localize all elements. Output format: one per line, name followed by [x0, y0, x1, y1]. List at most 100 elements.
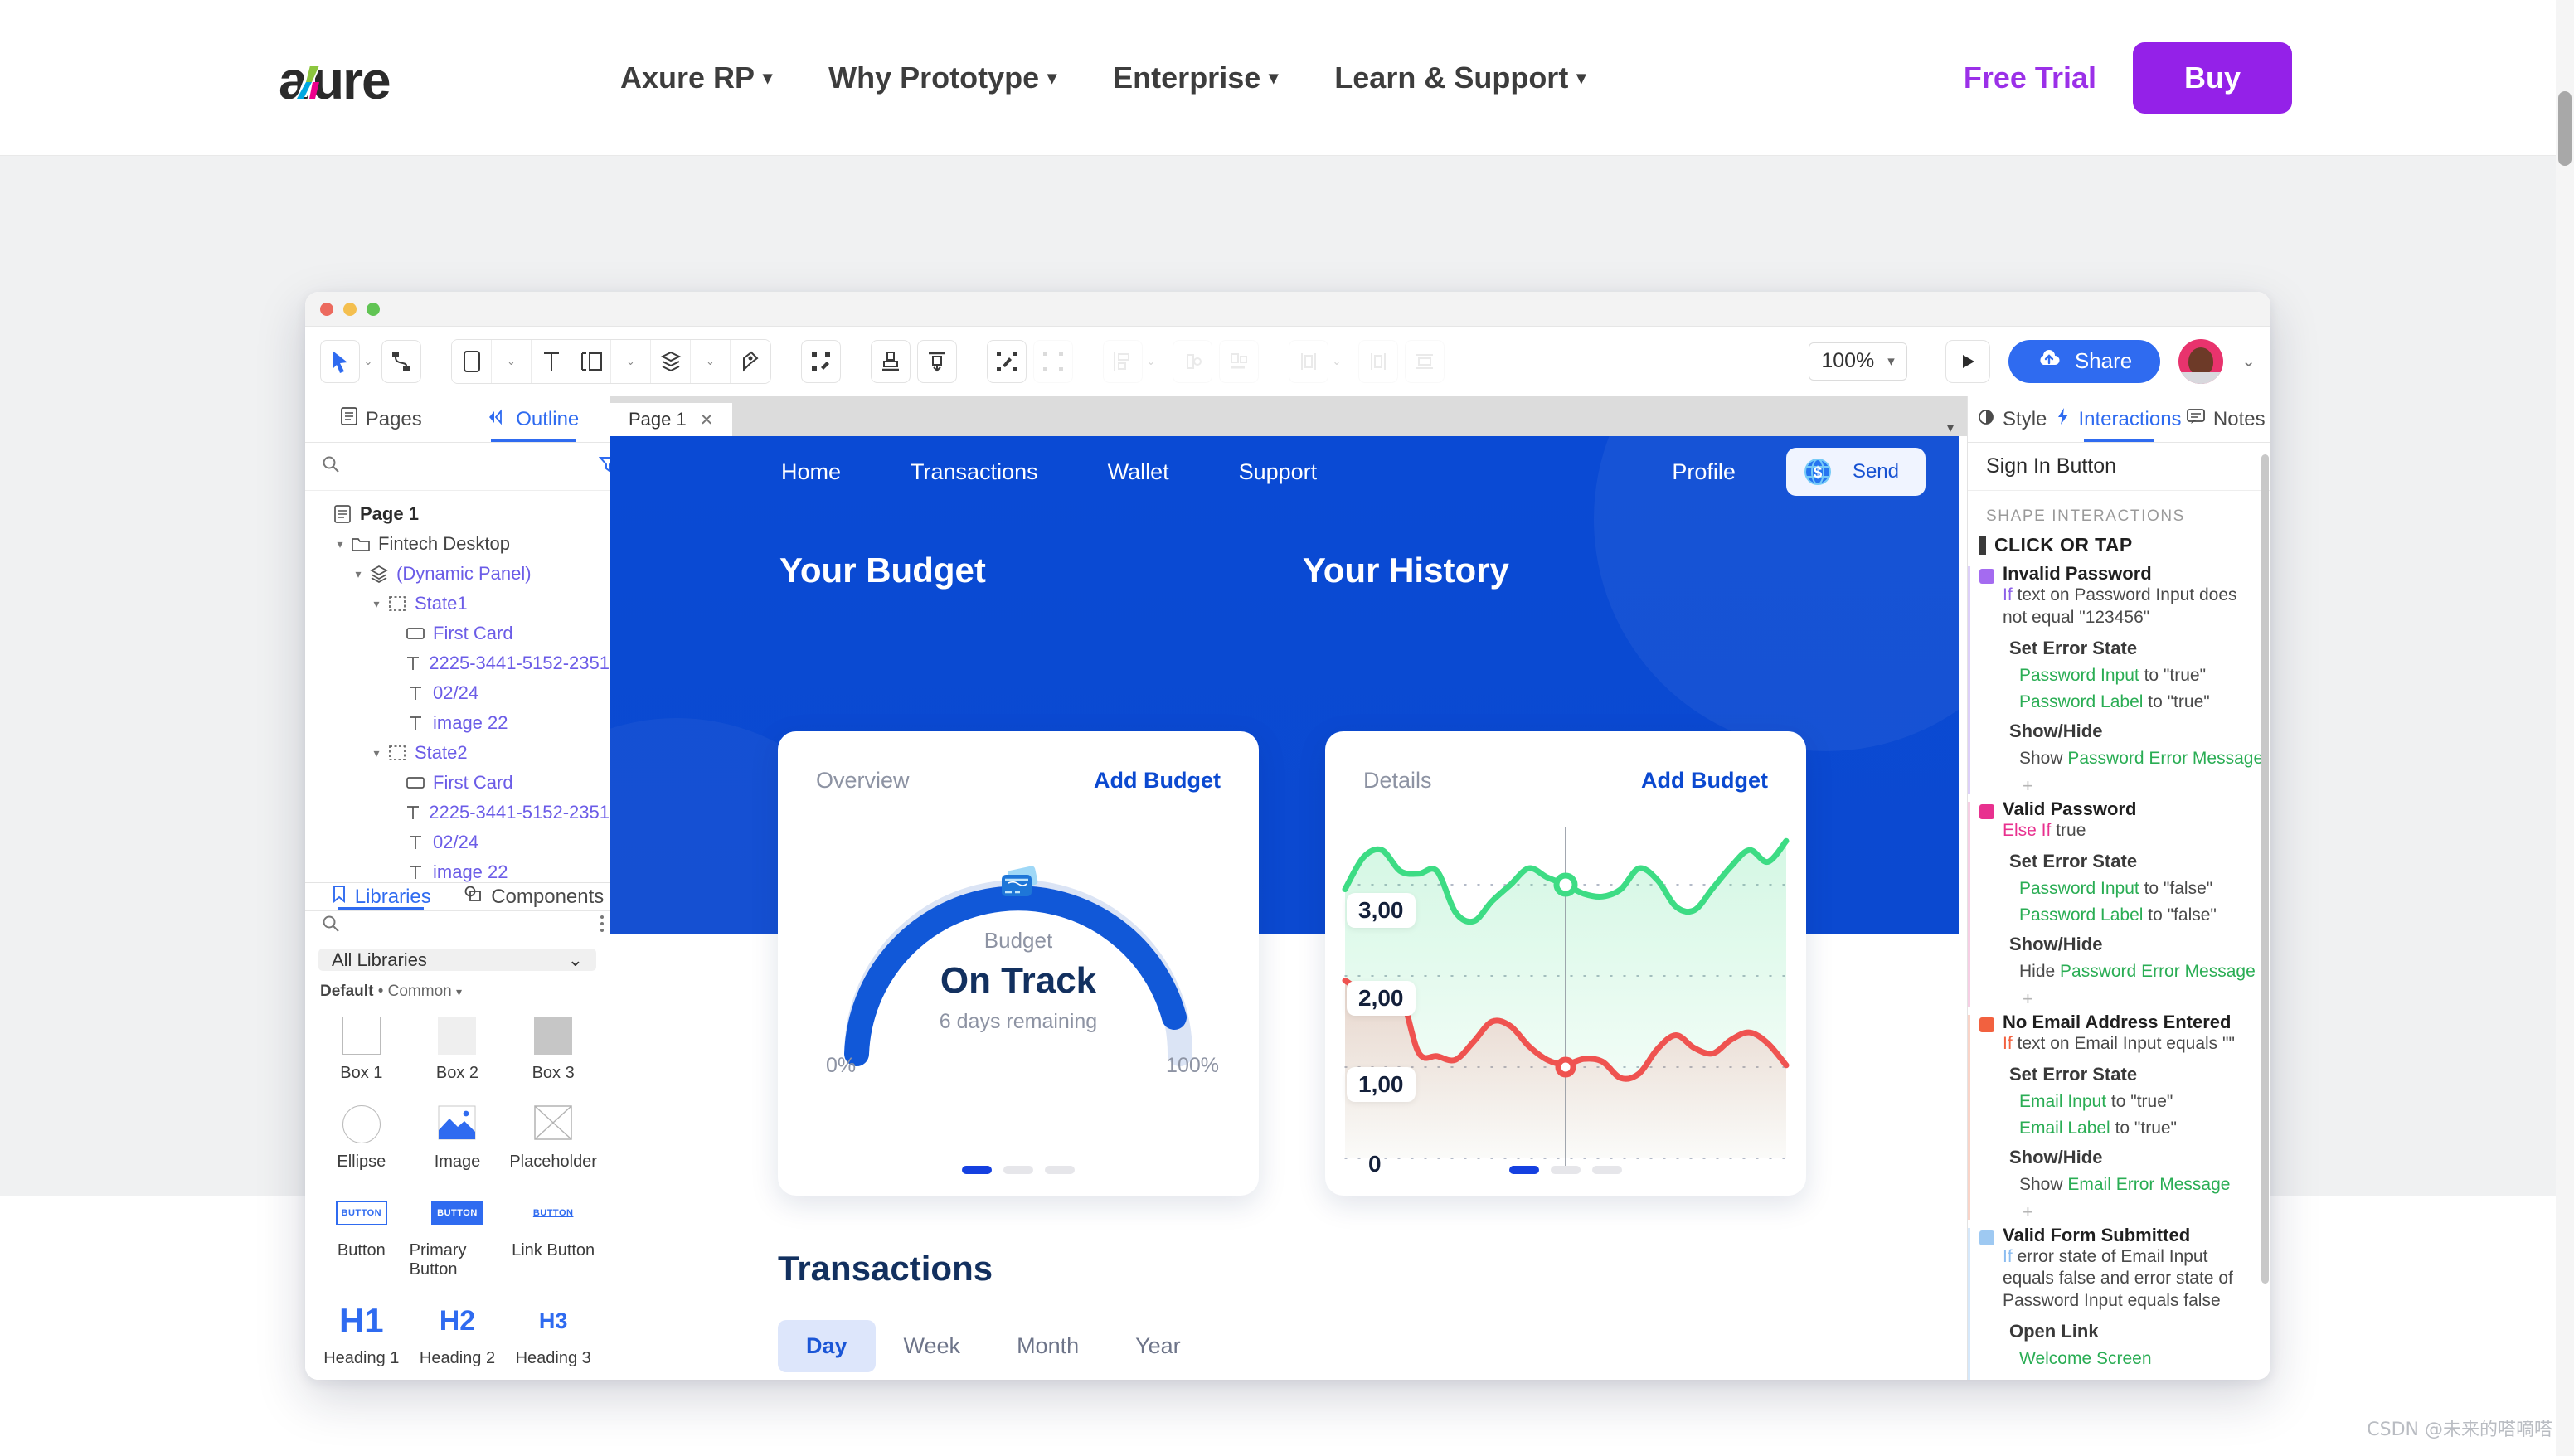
page-scrollbar-thumb[interactable]	[2558, 91, 2572, 166]
chevron-down-icon[interactable]: ⌄	[492, 339, 532, 383]
tab-interactions[interactable]: Interactions	[2057, 396, 2182, 442]
chevron-down-icon[interactable]: ⌄	[1328, 355, 1345, 368]
outline-tree-item[interactable]: Page 1	[305, 499, 610, 529]
interaction-case[interactable]: Valid Form Submitted If error state of Em…	[1968, 1225, 2270, 1380]
carousel-dot[interactable]	[1045, 1166, 1075, 1174]
ungroup-button[interactable]	[1033, 339, 1073, 383]
twisty-expanded-icon[interactable]: ▾	[350, 567, 367, 581]
outline-tree-item[interactable]: ▾ State1	[305, 589, 610, 619]
interaction-case[interactable]: No Email Address Entered If text on Email…	[1968, 1012, 2270, 1223]
tab-libraries[interactable]: Libraries	[305, 883, 458, 911]
distribute-horizontal-button[interactable]	[1173, 339, 1212, 383]
chevron-down-icon[interactable]: ⌄	[2241, 351, 2256, 371]
window-maximize-icon[interactable]	[367, 302, 380, 316]
close-icon[interactable]: ✕	[700, 410, 714, 430]
tab-outline[interactable]: Outline	[458, 396, 610, 442]
page-scrollbar-track[interactable]	[2556, 0, 2574, 1456]
mockup-nav-wallet[interactable]: Wallet	[1108, 459, 1169, 485]
align-bottom-button[interactable]	[1219, 339, 1259, 383]
action-line[interactable]: Password Input to "false"	[2003, 879, 2270, 899]
twisty-expanded-icon[interactable]: ▾	[332, 537, 348, 551]
action-group-name[interactable]: Show/Hide	[2003, 1147, 2270, 1168]
dynamic-panel-tool-button[interactable]	[651, 339, 691, 383]
interaction-case[interactable]: Invalid Password If text on Password Inpu…	[1968, 563, 2270, 797]
tx-tab-day[interactable]: Day	[778, 1320, 876, 1372]
budget-add-budget-link[interactable]: Add Budget	[1094, 768, 1221, 794]
add-action-icon[interactable]: +	[2003, 775, 2270, 797]
outline-tree-item[interactable]: 2225-3441-5152-2351	[305, 648, 610, 678]
action-line[interactable]: Password Label to "true"	[2003, 692, 2270, 712]
right-panel-scrollbar[interactable]	[2261, 454, 2269, 1284]
group-button[interactable]	[987, 339, 1027, 383]
outline-tree-item[interactable]: First Card	[305, 619, 610, 648]
preview-button[interactable]	[1945, 339, 1990, 383]
tx-tab-year[interactable]: Year	[1107, 1320, 1209, 1372]
case-collapse-icon[interactable]	[1979, 1017, 1994, 1032]
share-button[interactable]: Share	[2008, 339, 2161, 383]
distribute-h2-button[interactable]	[1358, 339, 1398, 383]
transform-tool-button[interactable]	[801, 339, 841, 383]
add-action-icon[interactable]: +	[2003, 1376, 2270, 1380]
outline-tree-item[interactable]: image 22	[305, 708, 610, 738]
distribute-v2-button[interactable]	[1405, 339, 1445, 383]
library-item[interactable]: Box 2	[410, 1009, 506, 1094]
library-item[interactable]: H2 Heading 2	[410, 1294, 506, 1380]
mockup-nav-home[interactable]: Home	[781, 459, 841, 485]
library-item[interactable]: Image	[410, 1098, 506, 1183]
action-group-name[interactable]: Show/Hide	[2003, 934, 2270, 955]
tx-tab-month[interactable]: Month	[988, 1320, 1107, 1372]
outline-tree-item[interactable]: ▾ (Dynamic Panel)	[305, 559, 610, 589]
action-group-name[interactable]: Set Error State	[2003, 1064, 2270, 1085]
outline-tree-item[interactable]: ▾ Fintech Desktop	[305, 529, 610, 559]
library-item[interactable]: Placeholder	[505, 1098, 601, 1183]
outline-tree-item[interactable]: 02/24	[305, 678, 610, 708]
outline-search-input[interactable]	[350, 455, 589, 478]
library-search-input[interactable]	[350, 915, 589, 937]
overflow-menu-icon[interactable]	[599, 914, 605, 938]
connector-tool-button[interactable]	[381, 339, 421, 383]
outline-tree-item[interactable]: 02/24	[305, 827, 610, 857]
window-close-icon[interactable]	[320, 302, 333, 316]
distribute-vertical-button[interactable]	[871, 339, 911, 383]
twisty-expanded-icon[interactable]: ▾	[368, 746, 385, 760]
add-action-icon[interactable]: +	[2003, 988, 2270, 1010]
action-line[interactable]: Welcome Screen	[2003, 1349, 2270, 1369]
action-group-name[interactable]: Set Error State	[2003, 638, 2270, 659]
library-item[interactable]: H3 Heading 3	[505, 1294, 601, 1380]
nav-item-enterprise[interactable]: Enterprise ▾	[1085, 61, 1306, 95]
user-avatar[interactable]	[2178, 338, 2224, 384]
library-item[interactable]: Box 3	[505, 1009, 601, 1094]
text-tool-button[interactable]	[532, 339, 571, 383]
zoom-level-select[interactable]: 100% ▾	[1809, 342, 1907, 381]
chart-marker-expense[interactable]	[1555, 1056, 1576, 1078]
tab-components[interactable]: Components	[458, 883, 610, 910]
nav-item-axure-rp[interactable]: Axure RP ▾	[592, 61, 800, 95]
library-item[interactable]: Ellipse	[313, 1098, 410, 1183]
mockup-nav-support[interactable]: Support	[1239, 459, 1318, 485]
case-header[interactable]: No Email Address Entered	[1979, 1012, 2270, 1033]
carousel-dot[interactable]	[1509, 1166, 1539, 1174]
outline-tree-item[interactable]: 2225-3441-5152-2351	[305, 798, 610, 827]
outline-tree-item[interactable]: ▾ State2	[305, 738, 610, 768]
chevron-down-icon[interactable]: ⌄	[360, 355, 376, 368]
design-canvas[interactable]: Home Transactions Wallet Support Profile…	[610, 436, 1967, 1380]
chevron-down-icon[interactable]: ⌄	[1143, 355, 1159, 368]
pen-tool-button[interactable]	[731, 339, 770, 383]
buy-button[interactable]: Buy	[2132, 41, 2292, 114]
library-item[interactable]: H1 Heading 1	[313, 1294, 410, 1380]
action-line[interactable]: Password Label to "false"	[2003, 905, 2270, 925]
library-breadcrumb[interactable]: Default • Common ▾	[305, 979, 610, 1009]
nav-item-learn-support[interactable]: Learn & Support ▾	[1306, 61, 1614, 95]
tab-pages[interactable]: Pages	[305, 396, 458, 442]
interaction-case[interactable]: Valid Password Else If true Set Error Stat…	[1968, 798, 2270, 1010]
library-item[interactable]: Box 1	[313, 1009, 410, 1094]
nav-item-why-prototype[interactable]: Why Prototype ▾	[800, 61, 1085, 95]
action-group-name[interactable]: Set Error State	[2003, 851, 2270, 872]
chevron-down-icon[interactable]: ⌄	[691, 339, 731, 383]
align-top-button[interactable]	[917, 339, 957, 383]
carousel-dot[interactable]	[962, 1166, 992, 1174]
align-left-button[interactable]	[1103, 339, 1143, 383]
tab-notes[interactable]: Notes	[2182, 396, 2270, 442]
carousel-dot[interactable]	[1592, 1166, 1622, 1174]
chevron-down-icon[interactable]: ⌄	[611, 339, 651, 383]
